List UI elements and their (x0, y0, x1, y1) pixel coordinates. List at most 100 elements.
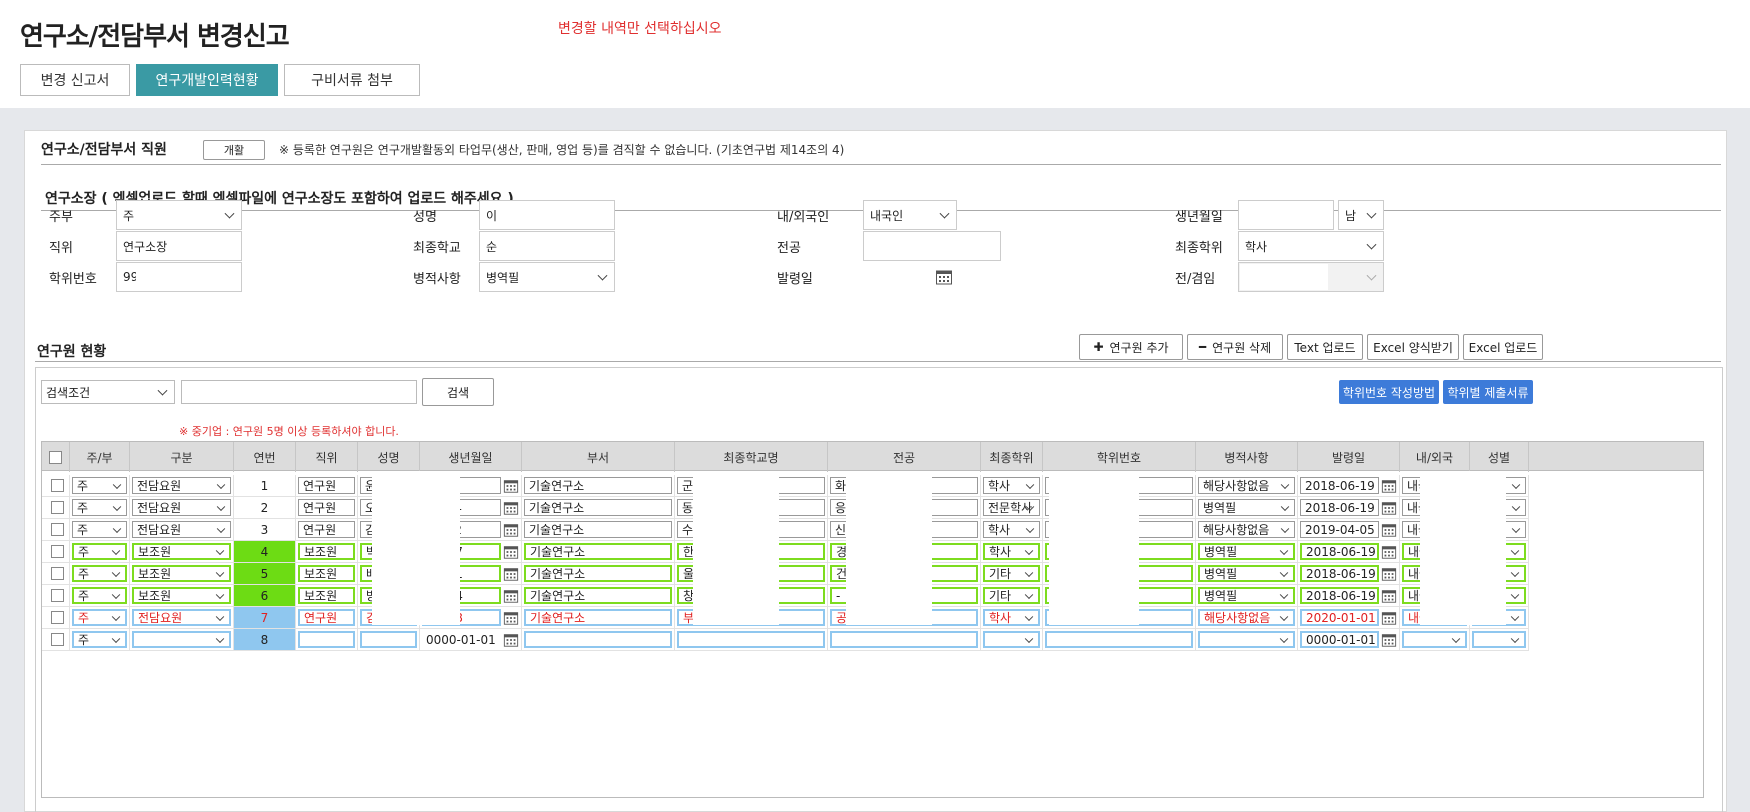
type-select[interactable]: 전담요원 (132, 477, 231, 494)
director-position-field[interactable]: 연구소장 (116, 231, 242, 261)
jubu-select[interactable]: 주 (72, 521, 127, 538)
dept-field[interactable]: 기술연구소 (524, 477, 672, 494)
dept-field[interactable]: 기술연구소 (524, 499, 672, 516)
military-select[interactable]: 병역필 (1198, 565, 1295, 582)
director-degree-select[interactable]: 학사 (1238, 231, 1384, 261)
degree-select[interactable]: 학사 (983, 477, 1040, 494)
type-select[interactable]: 보조원 (132, 587, 231, 604)
calendar-icon[interactable] (1381, 610, 1397, 629)
director-gender-select[interactable]: 남 (1338, 200, 1384, 230)
row-checkbox[interactable] (51, 633, 64, 646)
birth-field[interactable]: 0000-01-01 (422, 631, 501, 648)
nation-select[interactable] (1402, 631, 1467, 648)
pos-field[interactable]: 연구원 (298, 499, 355, 516)
add-researcher-button[interactable]: ✚ 연구원 추가 (1079, 334, 1183, 360)
degree-select[interactable]: 기타 (983, 587, 1040, 604)
dept-field[interactable]: 기술연구소 (524, 521, 672, 538)
tab-rnd-staff[interactable]: 연구개발인력현황 (136, 64, 278, 96)
calendar-icon[interactable] (503, 610, 519, 629)
calendar-icon[interactable] (503, 566, 519, 585)
jubu-select[interactable]: 주 (72, 631, 127, 648)
dept-field[interactable]: 기술연구소 (524, 543, 672, 560)
pos-field[interactable]: 보조원 (298, 543, 355, 560)
select-all-checkbox[interactable] (49, 450, 62, 464)
type-select[interactable]: 전담요원 (132, 499, 231, 516)
calendar-icon[interactable] (935, 268, 953, 286)
search-button[interactable]: 검색 (422, 378, 494, 406)
pos-field[interactable]: 연구원 (298, 477, 355, 494)
type-select[interactable]: 보조원 (132, 543, 231, 560)
calendar-icon[interactable] (1381, 632, 1397, 651)
degree-select[interactable]: 학사 (983, 543, 1040, 560)
dept-field[interactable]: 기술연구소 (524, 565, 672, 582)
director-jubu-select[interactable]: 주 (116, 200, 242, 230)
calendar-icon[interactable] (1381, 522, 1397, 541)
pos-field[interactable]: 보조원 (298, 587, 355, 604)
degree-docs-button[interactable]: 학위별 제출서류 (1443, 380, 1533, 404)
search-condition-select[interactable]: 검색조건 (41, 380, 175, 404)
text-upload-button[interactable]: Text 업로드 (1287, 334, 1363, 360)
calendar-icon[interactable] (1381, 566, 1397, 585)
calendar-icon[interactable] (1381, 500, 1397, 519)
tab-attachments[interactable]: 구비서류 첨부 (284, 64, 420, 96)
dept-field[interactable]: 기술연구소 (524, 609, 672, 626)
jubu-select[interactable]: 주 (72, 477, 127, 494)
type-select[interactable]: 전담요원 (132, 609, 231, 626)
tab-change-report[interactable]: 변경 신고서 (20, 64, 130, 96)
major-field[interactable] (830, 631, 978, 648)
excel-form-button[interactable]: Excel 양식받기 (1367, 334, 1459, 360)
jubu-select[interactable]: 주 (72, 565, 127, 582)
appoint-field[interactable]: 2018-06-19 (1300, 477, 1379, 494)
school-field[interactable] (677, 631, 825, 648)
excel-upload-button[interactable]: Excel 업로드 (1463, 334, 1543, 360)
appoint-field[interactable]: 0000-01-01 (1300, 631, 1379, 648)
appoint-field[interactable]: 2018-06-19 (1300, 587, 1379, 604)
appoint-field[interactable]: 2018-06-19 (1300, 543, 1379, 560)
military-select[interactable]: 병역필 (1198, 543, 1295, 560)
degree-select[interactable]: 기타 (983, 565, 1040, 582)
calendar-icon[interactable] (503, 544, 519, 563)
type-select[interactable]: 전담요원 (132, 521, 231, 538)
calendar-icon[interactable] (503, 500, 519, 519)
toggle-button[interactable]: 개활 (203, 140, 265, 160)
calendar-icon[interactable] (1381, 588, 1397, 607)
row-checkbox[interactable] (51, 545, 64, 558)
military-select[interactable]: 병역필 (1198, 499, 1295, 516)
calendar-icon[interactable] (503, 522, 519, 541)
degree-select[interactable]: 학사 (983, 609, 1040, 626)
jubu-select[interactable]: 주 (72, 587, 127, 604)
gender-select[interactable] (1472, 631, 1526, 648)
jubu-select[interactable]: 주 (72, 609, 127, 626)
pos-field[interactable]: 연구원 (298, 521, 355, 538)
degree-select[interactable]: 학사 (983, 521, 1040, 538)
jubu-select[interactable]: 주 (72, 543, 127, 560)
type-select[interactable]: 보조원 (132, 565, 231, 582)
military-select[interactable] (1198, 631, 1295, 648)
appoint-field[interactable]: 2020-01-01 (1300, 609, 1379, 626)
jubu-select[interactable]: 주 (72, 499, 127, 516)
director-birth-field[interactable] (1238, 200, 1334, 230)
degree-select[interactable]: 전문학사 (983, 499, 1040, 516)
row-checkbox[interactable] (51, 589, 64, 602)
row-checkbox[interactable] (51, 567, 64, 580)
dept-field[interactable] (524, 631, 672, 648)
calendar-icon[interactable] (1381, 544, 1397, 563)
row-checkbox[interactable] (51, 611, 64, 624)
military-select[interactable]: 해당사항없음 (1198, 521, 1295, 538)
director-nation-select[interactable]: 내국인 (863, 200, 957, 230)
calendar-icon[interactable] (503, 632, 519, 651)
delete-researcher-button[interactable]: ━ 연구원 삭제 (1187, 334, 1283, 360)
calendar-icon[interactable] (503, 478, 519, 497)
search-input[interactable] (181, 380, 417, 404)
military-select[interactable]: 병역필 (1198, 587, 1295, 604)
military-select[interactable]: 해당사항없음 (1198, 609, 1295, 626)
calendar-icon[interactable] (503, 588, 519, 607)
type-select[interactable] (132, 631, 231, 648)
appoint-field[interactable]: 2019-04-05 (1300, 521, 1379, 538)
pos-field[interactable] (298, 631, 355, 648)
row-checkbox[interactable] (51, 479, 64, 492)
director-military-select[interactable]: 병역필 (479, 262, 615, 292)
row-checkbox[interactable] (51, 501, 64, 514)
degree-select[interactable] (983, 631, 1040, 648)
calendar-icon[interactable] (1381, 478, 1397, 497)
